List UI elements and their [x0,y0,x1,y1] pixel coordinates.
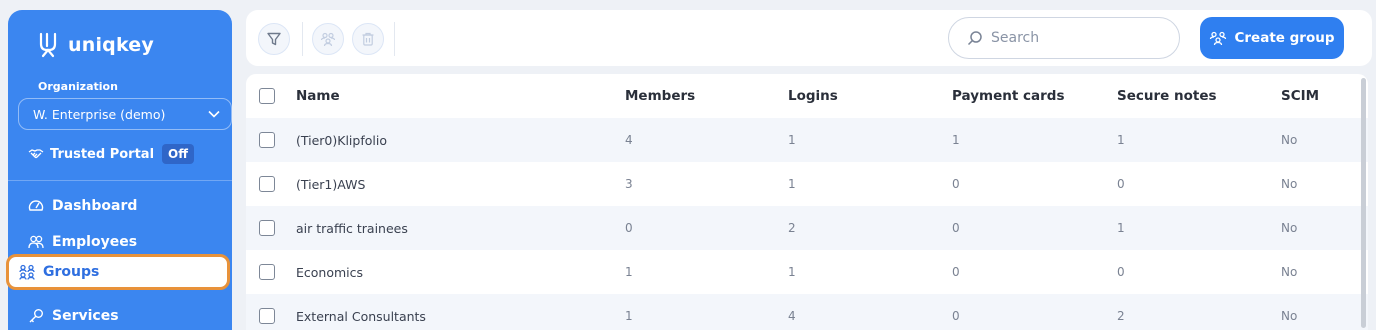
group-members-icon [320,32,336,47]
sidebar-item-groups-inner: Groups [19,264,99,280]
sidebar-item-label: Employees [52,234,138,250]
row-checkbox[interactable] [259,308,275,324]
cell-payment-cards: 1 [952,133,960,147]
toolbar-separator [394,22,395,56]
row-checkbox[interactable] [259,264,275,280]
search-icon [967,31,982,46]
handshake-icon [28,149,44,159]
table-row[interactable]: air traffic trainees 0 2 0 1 No [246,206,1368,250]
cell-members: 1 [625,265,633,279]
services-key-icon [29,309,43,323]
cell-scim: No [1281,221,1298,235]
search-input[interactable] [991,30,1151,46]
sidebar-item-label: Services [52,308,119,324]
column-header-secure-notes[interactable]: Secure notes [1117,88,1217,104]
cell-scim: No [1281,265,1298,279]
table-row[interactable]: (Tier0)Klipfolio 4 1 1 1 No [246,118,1368,162]
cell-secure-notes: 1 [1117,133,1125,147]
cell-logins: 2 [788,221,796,235]
organization-label: Organization [38,80,118,93]
sidebar-item-dashboard[interactable]: Dashboard [28,198,137,214]
groups-table: Name Members Logins Payment cards Secure… [246,74,1368,330]
trash-icon [362,32,374,46]
cell-scim: No [1281,309,1298,323]
toolbar: Create group [246,10,1372,66]
delete-button[interactable] [352,23,384,55]
cell-members: 4 [625,133,633,147]
column-header-members[interactable]: Members [625,88,695,104]
filter-icon [267,32,281,46]
cell-name[interactable]: air traffic trainees [296,221,408,236]
cell-secure-notes: 1 [1117,221,1125,235]
create-group-label: Create group [1234,30,1335,46]
organization-value: W. Enterprise (demo) [33,106,166,122]
cell-payment-cards: 0 [952,221,960,235]
employees-icon [28,235,44,249]
create-group-button[interactable]: Create group [1200,17,1344,59]
groups-icon [19,264,35,280]
row-checkbox[interactable] [259,176,275,192]
table-row[interactable]: (Tier1)AWS 3 1 0 0 No [246,162,1368,206]
cell-name[interactable]: (Tier0)Klipfolio [296,133,387,148]
cell-members: 0 [625,221,633,235]
cell-members: 1 [625,309,633,323]
cell-name[interactable]: (Tier1)AWS [296,177,365,192]
cell-scim: No [1281,133,1298,147]
uniqkey-logo-icon [39,32,57,58]
app-root: uniqkey Organization W. Enterprise (demo… [0,0,1376,330]
organization-select[interactable]: W. Enterprise (demo) [18,98,232,130]
sidebar-item-services[interactable]: Services [28,308,119,324]
trusted-portal-toggle[interactable]: Trusted Portal Off [28,144,194,164]
cell-payment-cards: 0 [952,265,960,279]
chevron-down-icon [208,110,220,118]
trusted-portal-label: Trusted Portal [50,146,155,162]
cell-name[interactable]: Economics [296,265,363,280]
row-checkbox[interactable] [259,132,275,148]
sidebar-item-label: Dashboard [52,198,138,214]
sidebar-item-groups[interactable]: Groups [6,254,230,290]
cell-logins: 1 [788,133,796,147]
trusted-portal-status-badge: Off [162,144,194,164]
logo[interactable]: uniqkey [36,32,154,58]
cell-logins: 1 [788,177,796,191]
column-header-scim[interactable]: SCIM [1281,88,1319,104]
table-row[interactable]: External Consultants 1 4 0 2 No [246,294,1368,330]
cell-secure-notes: 0 [1117,265,1125,279]
cell-payment-cards: 0 [952,177,960,191]
sidebar-divider [8,180,232,181]
column-header-logins[interactable]: Logins [788,88,838,104]
column-header-name[interactable]: Name [296,88,340,104]
sidebar-item-label: Groups [43,264,100,280]
cell-secure-notes: 0 [1117,177,1125,191]
brand-name: uniqkey [68,34,154,56]
cell-logins: 4 [788,309,796,323]
create-group-icon [1210,31,1227,46]
filter-button[interactable] [258,23,290,55]
cell-logins: 1 [788,265,796,279]
search-field[interactable] [948,17,1180,59]
cell-payment-cards: 0 [952,309,960,323]
select-all-checkbox[interactable] [259,88,275,104]
dashboard-gauge-icon [28,200,44,211]
table-scrollbar[interactable] [1361,78,1366,328]
cell-scim: No [1281,177,1298,191]
table-row[interactable]: Economics 1 1 0 0 No [246,250,1368,294]
column-header-payment-cards[interactable]: Payment cards [952,88,1064,104]
sidebar-item-employees[interactable]: Employees [28,234,137,250]
table-header: Name Members Logins Payment cards Secure… [246,74,1368,118]
toolbar-separator [302,22,303,56]
row-checkbox[interactable] [259,220,275,236]
cell-secure-notes: 2 [1117,309,1125,323]
cell-name[interactable]: External Consultants [296,309,426,324]
group-members-button[interactable] [312,23,344,55]
cell-members: 3 [625,177,633,191]
